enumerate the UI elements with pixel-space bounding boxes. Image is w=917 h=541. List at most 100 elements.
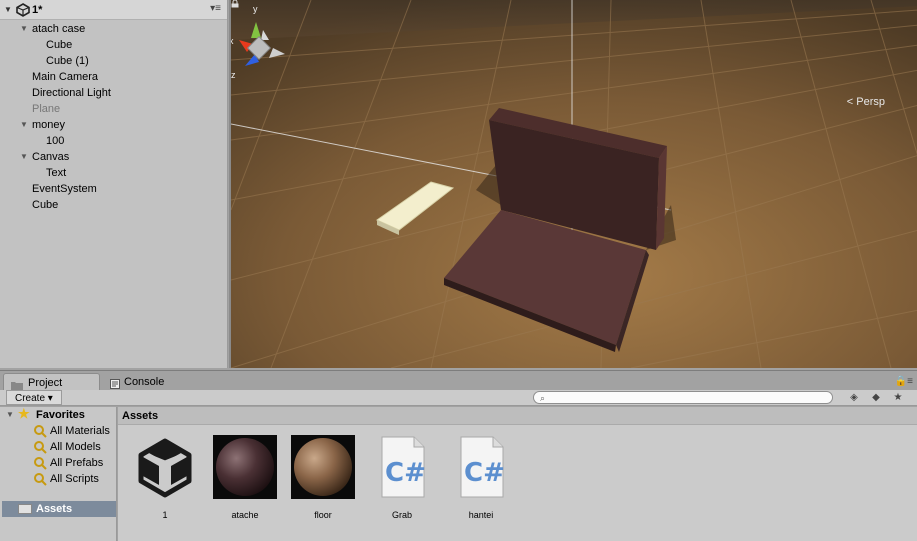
magnifier-icon <box>34 473 47 486</box>
hierarchy-item-cube-root[interactable]: Cube <box>0 197 227 213</box>
persp-arrow-icon: < <box>846 96 854 108</box>
scene-viewport[interactable] <box>231 0 917 368</box>
hierarchy-scene-header[interactable]: ▼ 1* ▾≡ <box>0 0 227 20</box>
scene-name: 1* <box>32 3 43 16</box>
favorites-header[interactable]: ▼ ★ Favorites <box>0 406 116 423</box>
gizmo-z-label: z <box>231 70 236 80</box>
hierarchy-item-label: Directional Light <box>32 87 111 99</box>
hierarchy-item-cube-1[interactable]: Cube (1) <box>0 53 227 69</box>
asset-label: hantei <box>468 510 494 520</box>
assets-folder-label: Assets <box>36 503 73 515</box>
asset-item-hantei[interactable]: C# hantei <box>448 435 514 520</box>
favorite-star-icon[interactable]: ★ <box>889 390 907 405</box>
unity-scene-icon <box>138 438 192 498</box>
unity-logo-icon <box>16 2 30 17</box>
hierarchy-item-label: 100 <box>46 135 65 147</box>
folder-icon <box>18 504 32 514</box>
bottom-tab-bar: Project Console 🔒≡ <box>0 370 917 391</box>
hierarchy-item-100[interactable]: 100 <box>0 133 227 149</box>
expand-arrow-icon[interactable]: ▼ <box>20 117 28 133</box>
svg-text:C#: C# <box>385 458 426 488</box>
expand-arrow-icon[interactable]: ▼ <box>20 149 28 165</box>
neg-z-cone-icon[interactable] <box>261 30 269 40</box>
asset-label: Grab <box>391 510 412 520</box>
hierarchy-item-eventsystem[interactable]: EventSystem <box>0 181 227 197</box>
favorite-label: All Scripts <box>50 473 99 485</box>
orientation-gizmo[interactable]: y x z <box>231 0 301 90</box>
asset-label: floor <box>314 510 332 520</box>
hierarchy-item-label: money <box>32 119 66 131</box>
search-field[interactable]: ⌕ <box>533 391 833 404</box>
hierarchy-item-money[interactable]: ▼ money <box>0 117 227 133</box>
y-axis-cone-icon[interactable] <box>251 22 261 38</box>
tab-project[interactable]: Project <box>3 373 100 391</box>
expand-arrow-icon[interactable]: ▼ <box>6 407 14 423</box>
favorite-all-prefabs[interactable]: All Prefabs <box>0 455 116 471</box>
hierarchy-item-label: Cube <box>46 39 73 51</box>
hierarchy-item-atach-case[interactable]: ▼ atach case <box>0 21 227 37</box>
favorite-label: All Models <box>50 441 101 453</box>
svg-text:C#: C# <box>464 458 505 488</box>
favorite-label: All Materials <box>50 425 110 437</box>
asset-browser: Assets 1 atache floor C# Grab C# hantei <box>118 407 917 541</box>
gizmo-center-cube[interactable] <box>246 35 272 61</box>
magnifier-icon <box>34 441 47 454</box>
tab-label: Console <box>124 376 165 388</box>
hierarchy-item-canvas[interactable]: ▼ Canvas <box>0 149 227 165</box>
asset-label: atache <box>231 510 259 520</box>
projection-text: Persp <box>856 96 885 108</box>
hierarchy-item-text[interactable]: Text <box>0 165 227 181</box>
favorite-all-models[interactable]: All Models <box>0 439 116 455</box>
hierarchy-item-plane[interactable]: Plane <box>0 101 227 117</box>
hierarchy-item-directional-light[interactable]: Directional Light <box>0 85 227 101</box>
tab-label: Project <box>28 377 63 389</box>
favorite-all-scripts[interactable]: All Scripts <box>0 471 116 487</box>
panel-lock-menu-icon[interactable]: 🔒≡ <box>895 376 913 387</box>
scene-view[interactable]: y x z < Persp <box>229 0 917 368</box>
gizmo-x-label: x <box>231 36 234 46</box>
csharp-script-icon: C# <box>381 436 426 498</box>
projection-label[interactable]: < Persp <box>847 96 885 108</box>
hierarchy-panel: ▼ 1* ▾≡ ▼ atach case Cube Cube (1) Main C… <box>0 0 228 368</box>
hierarchy-item-label: Cube (1) <box>46 55 89 67</box>
asset-item-floor[interactable]: floor <box>290 435 356 520</box>
hierarchy-item-main-camera[interactable]: Main Camera <box>0 69 227 85</box>
material-sphere-icon <box>291 435 355 499</box>
tab-console[interactable]: Console <box>104 373 184 391</box>
hierarchy-item-label: Text <box>46 167 67 179</box>
favorites-panel: ▼ ★ Favorites All Materials All Models A… <box>0 406 117 541</box>
magnifier-icon <box>34 457 47 470</box>
favorite-label: All Prefabs <box>50 457 104 469</box>
create-label: Create <box>15 393 46 404</box>
neg-x-cone-icon[interactable] <box>269 48 285 58</box>
favorite-all-materials[interactable]: All Materials <box>0 423 116 439</box>
filter-by-label-icon[interactable]: ◆ <box>867 390 885 405</box>
asset-label: 1 <box>162 510 168 520</box>
favorites-label: Favorites <box>36 409 85 421</box>
material-sphere-icon <box>213 435 277 499</box>
collapse-arrow-icon[interactable]: ▼ <box>4 5 14 14</box>
filter-by-type-icon[interactable]: ◈ <box>845 390 863 405</box>
hierarchy-item-label: Plane <box>32 103 61 115</box>
gizmo-y-label: y <box>253 4 258 14</box>
hierarchy-item-label: atach case <box>32 23 86 35</box>
lock-icon[interactable] <box>231 0 239 8</box>
asset-item-atache[interactable]: atache <box>212 435 278 520</box>
assets-folder-item[interactable]: Assets <box>2 501 116 517</box>
panel-menu-icon[interactable]: ▾≡ <box>210 3 221 14</box>
create-dropdown-button[interactable]: Create ▾ <box>6 390 62 405</box>
hierarchy-item-label: Main Camera <box>32 71 99 83</box>
asset-item-grab[interactable]: C# Grab <box>369 435 435 520</box>
expand-arrow-icon[interactable]: ▼ <box>20 21 28 37</box>
hierarchy-item-label: Canvas <box>32 151 70 163</box>
project-toolbar: Create ▾ ⌕ ◈ ◆ ★ <box>0 390 917 406</box>
csharp-script-icon: C# <box>460 436 505 498</box>
hierarchy-item-cube[interactable]: Cube <box>0 37 227 53</box>
star-icon: ★ <box>18 406 30 421</box>
breadcrumb[interactable]: Assets <box>118 407 917 425</box>
asset-item-scene-1[interactable]: 1 <box>132 435 198 520</box>
magnifier-icon <box>34 425 47 438</box>
hierarchy-item-label: EventSystem <box>32 183 97 195</box>
search-icon: ⌕ <box>540 393 546 403</box>
hierarchy-item-label: Cube <box>32 199 59 211</box>
